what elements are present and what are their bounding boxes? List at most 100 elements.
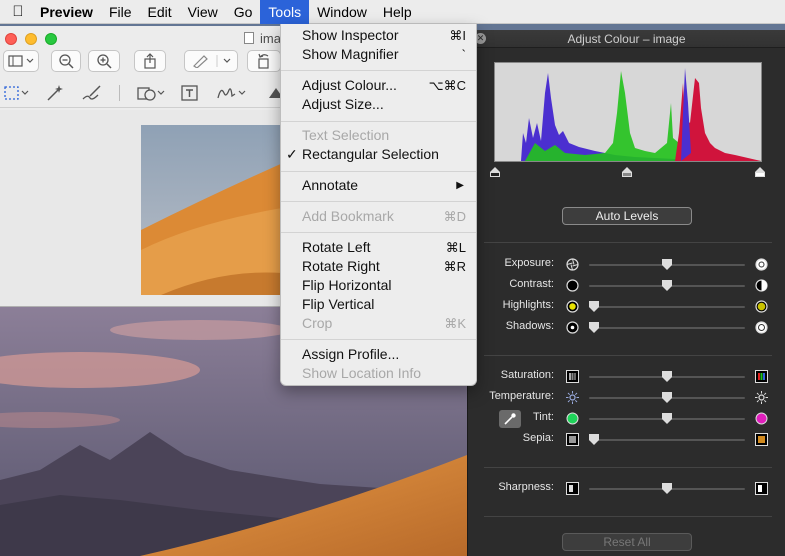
markup-button[interactable] — [184, 50, 238, 72]
sign-tool[interactable] — [215, 84, 247, 102]
panel-divider — [484, 355, 772, 356]
menu-app-name[interactable]: Preview — [36, 0, 101, 24]
menu-item-label: Flip Vertical — [302, 296, 375, 312]
menu-help[interactable]: Help — [375, 0, 420, 24]
menu-item-show-inspector[interactable]: Show Inspector ⌘I — [281, 26, 476, 45]
shadows-low-icon — [566, 321, 579, 334]
panel-titlebar: ✕ Adjust Colour – image — [468, 30, 785, 48]
panel-divider — [484, 467, 772, 468]
menu-tools[interactable]: Tools — [260, 0, 310, 24]
menu-separator — [281, 232, 476, 233]
menu-item-assign-profile[interactable]: Assign Profile... — [281, 345, 476, 364]
menu-go[interactable]: Go — [226, 0, 261, 24]
menu-file[interactable]: File — [101, 0, 140, 24]
menu-item-rectangular-selection[interactable]: ✓ Rectangular Selection — [281, 145, 476, 164]
saturation-row: Saturation: — [468, 368, 785, 386]
levels-histogram — [494, 62, 762, 162]
zoom-in-button[interactable] — [88, 50, 120, 72]
markup-toolbar — [0, 78, 299, 108]
main-toolbar — [0, 50, 299, 78]
sketch-tool[interactable] — [80, 84, 102, 102]
menu-item-label: Rectangular Selection — [302, 146, 439, 162]
tint-knob[interactable] — [662, 413, 672, 424]
document-icon — [244, 32, 254, 44]
window-title-text: ima — [260, 31, 281, 46]
auto-levels-button[interactable]: Auto Levels — [562, 207, 692, 225]
close-window-button[interactable] — [5, 33, 17, 45]
image-preview[interactable] — [141, 125, 299, 295]
menu-item-flip-vertical[interactable]: Flip Vertical — [281, 295, 476, 314]
menu-item-flip-horizontal[interactable]: Flip Horizontal — [281, 276, 476, 295]
menu-edit[interactable]: Edit — [140, 0, 180, 24]
saturation-label: Saturation: — [500, 369, 554, 381]
temperature-knob[interactable] — [662, 392, 672, 403]
dune-image — [141, 155, 299, 295]
histogram-graph — [521, 68, 761, 161]
menu-separator — [281, 201, 476, 202]
contrast-row: Contrast: — [468, 277, 785, 295]
reset-all-button[interactable]: Reset All — [562, 533, 692, 551]
menu-item-label: Show Magnifier — [302, 46, 399, 62]
shadows-row: Shadows: — [468, 319, 785, 337]
contrast-knob[interactable] — [662, 280, 672, 291]
shadows-high-icon — [755, 321, 768, 334]
minimize-window-button[interactable] — [25, 33, 37, 45]
menu-item-show-magnifier[interactable]: Show Magnifier ` — [281, 45, 476, 64]
menu-item-label: Flip Horizontal — [302, 277, 392, 293]
window-titlebar: ima — [0, 26, 299, 50]
instant-alpha-tool[interactable] — [43, 84, 65, 102]
highlights-knob[interactable] — [589, 301, 599, 312]
menu-item-shortcut: ⌥⌘C — [428, 78, 466, 93]
menu-view[interactable]: View — [180, 0, 226, 24]
exposure-row: Exposure: — [468, 256, 785, 274]
exposure-knob[interactable] — [662, 259, 672, 270]
submenu-arrow-icon: ▶ — [456, 180, 464, 191]
zoom-window-button[interactable] — [45, 33, 57, 45]
menu-item-adjust-colour[interactable]: Adjust Colour... ⌥⌘C — [281, 76, 476, 95]
zoom-out-button[interactable] — [51, 50, 81, 72]
menu-item-label: Add Bookmark — [302, 208, 394, 224]
menu-bar:  Preview File Edit View Go Tools Window… — [0, 0, 785, 24]
apple-icon[interactable]:  — [0, 3, 36, 20]
menu-item-annotate[interactable]: Annotate ▶ — [281, 176, 476, 195]
desaturated-icon — [566, 370, 579, 383]
menu-separator — [281, 121, 476, 122]
menu-item-label: Adjust Colour... — [302, 77, 397, 93]
midtone-handle[interactable] — [622, 167, 632, 177]
share-button[interactable] — [134, 50, 166, 72]
menu-item-shortcut: ⌘L — [445, 240, 466, 255]
menu-item-shortcut: ` — [461, 47, 466, 62]
shadows-slider[interactable] — [589, 327, 745, 329]
white-point-handle[interactable] — [755, 167, 765, 177]
text-tool[interactable] — [180, 84, 200, 102]
rect-selection-tool[interactable] — [4, 84, 30, 102]
zoom-out-icon — [59, 54, 74, 69]
menu-item-label: Rotate Right — [302, 258, 380, 274]
panel-divider — [484, 516, 772, 517]
rotate-button[interactable] — [247, 50, 281, 72]
menu-window[interactable]: Window — [309, 0, 375, 24]
sepia-knob[interactable] — [589, 434, 599, 445]
menu-separator — [281, 70, 476, 71]
menu-item-shortcut: ⌘R — [443, 259, 466, 274]
sepia-slider[interactable] — [589, 439, 745, 441]
share-icon — [144, 53, 156, 69]
menu-item-adjust-size[interactable]: Adjust Size... — [281, 95, 476, 114]
menu-item-rotate-right[interactable]: Rotate Right ⌘R — [281, 257, 476, 276]
menu-item-rotate-left[interactable]: Rotate Left ⌘L — [281, 238, 476, 257]
saturated-icon — [755, 370, 768, 383]
saturation-knob[interactable] — [662, 371, 672, 382]
warm-sun-icon — [755, 391, 768, 404]
sharpness-row: Sharpness: — [468, 480, 785, 498]
sharpness-knob[interactable] — [662, 483, 672, 494]
sidebar-toggle-button[interactable] — [3, 50, 39, 72]
highlights-high-icon — [755, 300, 768, 313]
black-point-handle[interactable] — [490, 167, 500, 177]
highlights-slider[interactable] — [589, 306, 745, 308]
aperture-icon — [566, 258, 579, 271]
sharpness-label: Sharpness: — [498, 481, 554, 493]
shadows-knob[interactable] — [589, 322, 599, 333]
shapes-tool[interactable] — [136, 84, 166, 102]
temperature-row: Temperature: — [468, 389, 785, 407]
rectangle-selection-icon — [4, 86, 29, 100]
